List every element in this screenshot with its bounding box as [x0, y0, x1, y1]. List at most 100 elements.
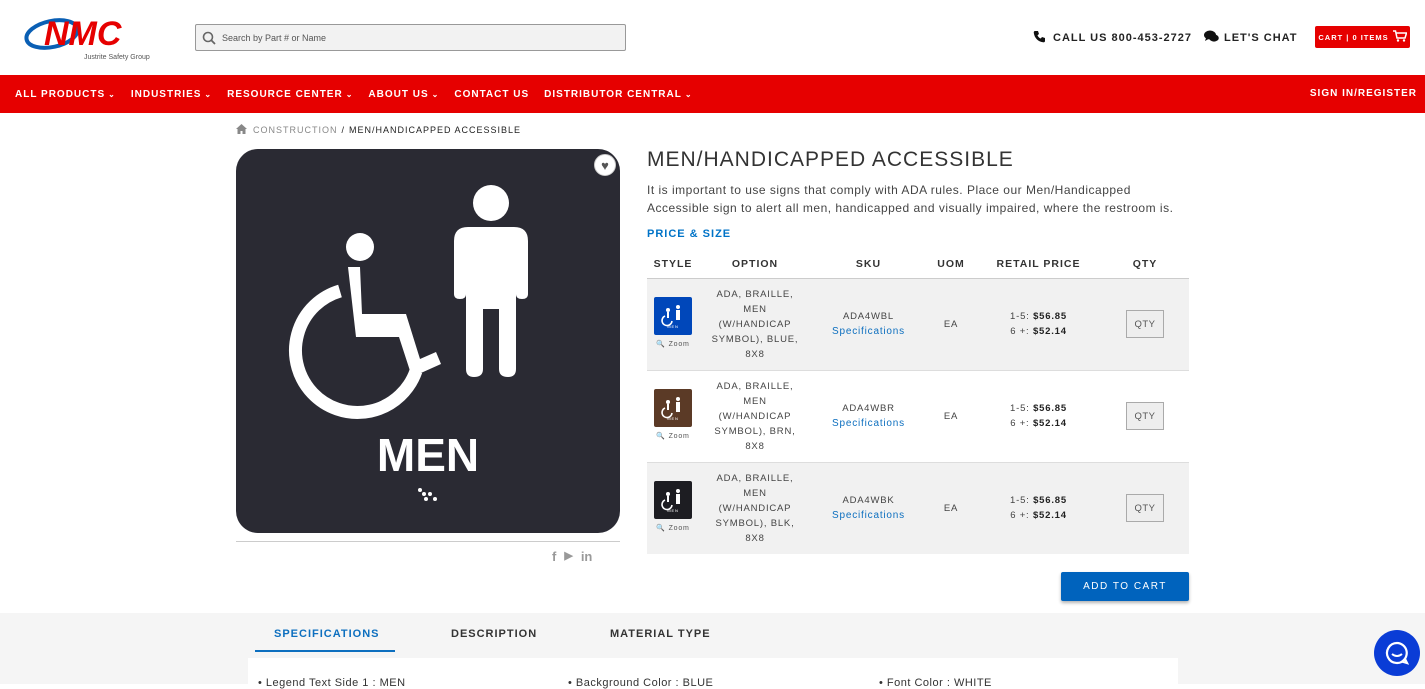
sign-thumbnail[interactable]: MEN	[654, 296, 692, 335]
product-title: MEN/HANDICAPPED ACCESSIBLE	[647, 148, 1014, 171]
zoom-link[interactable]: 🔍 Zoom	[647, 337, 699, 352]
facebook-icon[interactable]: f	[552, 549, 556, 564]
zoom-label: Zoom	[668, 340, 690, 348]
active-tab-indicator	[255, 650, 395, 652]
search-input[interactable]: Search by Part # or Name	[195, 24, 626, 51]
call-us-label: CALL US 800-453-2727	[1053, 32, 1193, 44]
spec-text: Background Color : BLUE	[575, 677, 714, 689]
zoom-label: Zoom	[668, 524, 690, 532]
nav-label: ABOUT US	[368, 88, 429, 100]
qty-input[interactable]: QTY	[1126, 494, 1164, 523]
chat-icon	[1204, 30, 1219, 46]
chevron-down-icon: ⌄	[204, 89, 213, 99]
sku-value: ADA4WBL	[842, 311, 894, 322]
uom-cell: EA	[926, 461, 976, 554]
sign-thumbnail[interactable]: MEN	[654, 480, 692, 519]
column-header: RETAIL PRICE	[976, 250, 1101, 279]
phone-icon	[1033, 30, 1046, 46]
add-to-cart-button[interactable]: ADD TO CART	[1061, 572, 1189, 601]
svg-text:MEN: MEN	[667, 508, 678, 513]
style-cell[interactable]: MEN 🔍 Zoom	[647, 278, 699, 370]
lets-chat-link[interactable]: LET'S CHAT	[1204, 30, 1298, 46]
qty-cell: QTY	[1101, 461, 1189, 554]
zoom-link[interactable]: 🔍 Zoom	[647, 521, 699, 536]
sku-value: ADA4WBK	[842, 495, 895, 507]
option-cell: ADA, BRAILLE, MEN (W/HANDICAP SYMBOL), B…	[699, 369, 811, 462]
social-links: f ▶ in	[552, 549, 592, 564]
nav-label: ALL PRODUCTS	[15, 88, 106, 100]
sku-value: ADA4WBR	[842, 403, 895, 414]
tab-specifications[interactable]: SPECIFICATIONS	[274, 628, 379, 640]
svg-text:MEN: MEN	[377, 429, 479, 481]
search-placeholder: Search by Part # or Name	[222, 32, 327, 43]
svg-text:MEN: MEN	[667, 416, 678, 421]
cart-label: CART | 0 ITEMS	[1318, 32, 1389, 42]
product-description: It is important to use signs that comply…	[647, 183, 1174, 215]
youtube-icon[interactable]: ▶	[564, 549, 572, 564]
nav-industries[interactable]: INDUSTRIES ⌄	[131, 89, 212, 100]
zoom-label: Zoom	[668, 432, 690, 440]
specifications-link[interactable]: Specifications	[811, 416, 926, 431]
nav-resource-center[interactable]: RESOURCE CENTER ⌄	[227, 89, 353, 100]
nav-distributor-central[interactable]: DISTRIBUTOR CENTRAL ⌄	[544, 89, 692, 100]
table-row: MEN 🔍 Zoom ADA, BRAILLE, MEN (W/HANDICAP…	[647, 369, 1189, 462]
breadcrumb-parent[interactable]: CONSTRUCTION	[253, 125, 338, 135]
specifications-link[interactable]: Specifications	[811, 508, 926, 523]
style-cell[interactable]: MEN 🔍 Zoom	[647, 369, 699, 462]
chevron-down-icon: ⌄	[345, 89, 354, 99]
nav-contact-us[interactable]: CONTACT US	[454, 89, 529, 100]
spec-text: Legend Text Side 1 : MEN	[265, 677, 406, 689]
breadcrumb-separator: /	[341, 125, 346, 135]
svg-text:Justrite Safety Group: Justrite Safety Group	[84, 54, 150, 61]
qty-input[interactable]: QTY	[1126, 310, 1164, 338]
cart-button[interactable]: CART | 0 ITEMS	[1315, 26, 1410, 48]
style-cell[interactable]: MEN 🔍 Zoom	[647, 461, 699, 554]
product-image[interactable]: MEN	[236, 149, 620, 533]
live-chat-icon[interactable]	[1374, 630, 1420, 676]
price-tier-label: 1-5:	[1010, 403, 1030, 414]
call-us-link[interactable]: CALL US 800-453-2727	[1033, 30, 1192, 46]
table-row: MEN 🔍 Zoom ADA, BRAILLE, MEN (W/HANDICAP…	[647, 278, 1189, 370]
spec-text: Font Color : WHITE	[886, 677, 992, 689]
nav-all-products[interactable]: ALL PRODUCTS ⌄	[15, 89, 116, 100]
nav-label: CONTACT US	[454, 88, 530, 100]
column-header: STYLE	[647, 250, 699, 279]
breadcrumb: CONSTRUCTION / MEN/HANDICAPPED ACCESSIBL…	[236, 124, 521, 136]
nmc-logo[interactable]: NMC Justrite Safety Group	[22, 12, 174, 62]
table-row: MEN 🔍 Zoom ADA, BRAILLE, MEN (W/HANDICAP…	[647, 461, 1189, 554]
sku-cell: ADA4WBR Specifications	[811, 369, 926, 462]
svg-text:MEN: MEN	[667, 324, 678, 329]
price-cell: 1-5: $56.85 6 +: $52.14	[976, 461, 1101, 554]
sku-cell: ADA4WBK Specifications	[811, 461, 926, 554]
tab-description[interactable]: DESCRIPTION	[451, 628, 537, 640]
price-value: $56.85	[1033, 311, 1067, 322]
heart-icon[interactable]: ♥	[594, 154, 616, 176]
details-tabs: SPECIFICATIONS DESCRIPTION MATERIAL TYPE	[248, 618, 1178, 652]
nav-label: DISTRIBUTOR CENTRAL	[544, 88, 682, 100]
breadcrumb-current: MEN/HANDICAPPED ACCESSIBLE	[349, 125, 522, 135]
linkedin-icon[interactable]: in	[581, 549, 593, 564]
sign-thumbnail[interactable]: MEN	[654, 388, 692, 427]
qty-cell: QTY	[1101, 369, 1189, 462]
uom-cell: EA	[926, 278, 976, 370]
nav-about-us[interactable]: ABOUT US ⌄	[368, 89, 439, 100]
home-icon[interactable]	[236, 124, 247, 136]
price-size-heading: PRICE & SIZE	[647, 228, 732, 240]
column-header: OPTION	[699, 250, 811, 279]
price-tier-label: 6 +:	[1010, 326, 1030, 337]
specifications-link[interactable]: Specifications	[811, 324, 926, 339]
tab-material-type[interactable]: MATERIAL TYPE	[610, 628, 711, 640]
zoom-link[interactable]: 🔍 Zoom	[647, 429, 699, 444]
option-cell: ADA, BRAILLE, MEN (W/HANDICAP SYMBOL), B…	[699, 461, 811, 554]
sign-in-register-link[interactable]: SIGN IN/REGISTER	[1310, 88, 1417, 99]
sku-cell: ADA4WBL Specifications	[811, 278, 926, 370]
price-tier-label: 6 +:	[1010, 418, 1030, 429]
option-cell: ADA, BRAILLE, MEN (W/HANDICAP SYMBOL), B…	[699, 278, 811, 370]
chevron-down-icon: ⌄	[684, 89, 693, 99]
qty-input[interactable]: QTY	[1126, 402, 1164, 430]
main-nav: ALL PRODUCTS ⌄ INDUSTRIES ⌄ RESOURCE CENTE…	[0, 75, 1425, 113]
price-value: $56.85	[1033, 495, 1067, 507]
price-cell: 1-5: $56.85 6 +: $52.14	[976, 278, 1101, 370]
price-value: $56.85	[1033, 403, 1067, 414]
column-header: UOM	[926, 250, 976, 279]
